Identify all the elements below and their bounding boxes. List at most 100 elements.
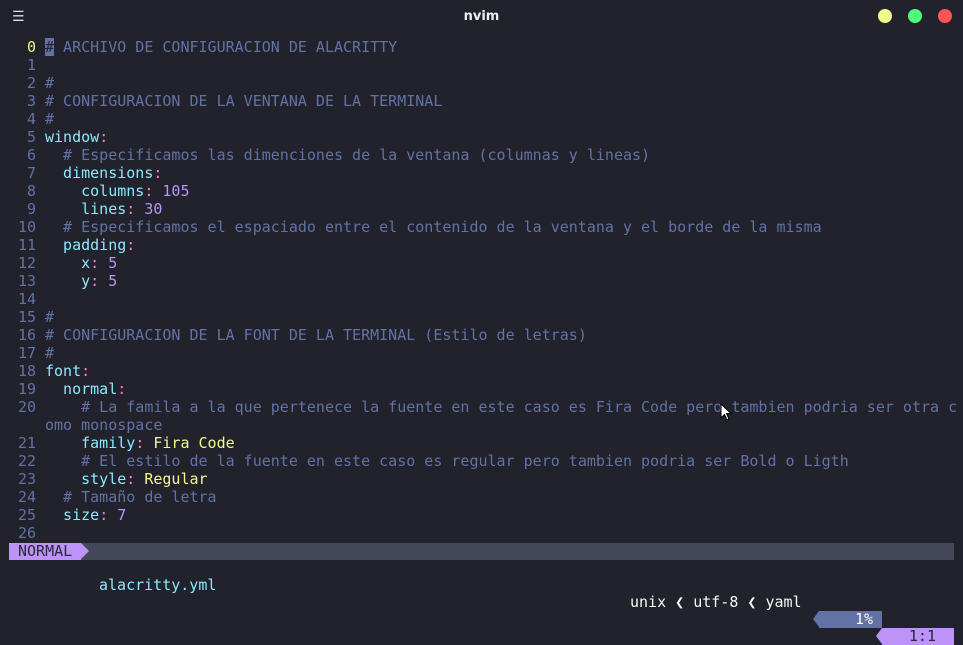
- line-text: omo monospace: [45, 416, 162, 434]
- token: window: [45, 128, 100, 146]
- line-number: 15: [17, 308, 36, 326]
- close-button[interactable]: [938, 9, 952, 23]
- token: :: [99, 506, 109, 524]
- line-text: # CONFIGURACION DE LA FONT DE LA TERMINA…: [45, 326, 587, 344]
- token: # Especificamos el espaciado entre el co…: [45, 218, 822, 236]
- token: :: [126, 470, 136, 488]
- token: # Tamaño de letra: [45, 488, 217, 506]
- token: #: [45, 110, 55, 128]
- separator-icon: ❮: [747, 593, 757, 611]
- line-number: 9: [26, 200, 36, 218]
- code-line: 9 lines: 30: [0, 200, 963, 218]
- token: # El estilo de la fuente en este caso es…: [45, 452, 849, 470]
- scroll-percent: 1%: [813, 611, 882, 628]
- file-encoding: utf-8: [693, 593, 739, 611]
- status-line: NORMAL alacritty.yml unix ❮ utf-8 ❮ yaml…: [9, 543, 954, 645]
- token: :: [90, 272, 100, 290]
- token: size: [45, 506, 100, 524]
- line-number: 1: [26, 56, 36, 74]
- line-text: lines: 30: [45, 200, 162, 218]
- code-line: 10 # Especificamos el espaciado entre el…: [0, 218, 963, 236]
- line-text: #: [45, 110, 54, 128]
- file-name: alacritty.yml: [99, 576, 217, 594]
- code-line: 22 # El estilo de la fuente en este caso…: [0, 452, 963, 470]
- file-type: yaml: [765, 593, 802, 611]
- maximize-button[interactable]: [908, 9, 922, 23]
- code-line: 5 window:: [0, 128, 963, 146]
- line-text: size: 7: [45, 506, 126, 524]
- code-line: 18 font:: [0, 362, 963, 380]
- line-text: style: Regular: [45, 470, 207, 488]
- code-line: 26: [0, 524, 963, 542]
- line-number: 2: [26, 74, 36, 92]
- token: 105: [153, 182, 190, 200]
- token: #: [45, 308, 55, 326]
- line-text: # CONFIGURACION DE LA VENTANA DE LA TERM…: [45, 92, 442, 110]
- token: ARCHIVO DE CONFIGURACION DE ALACRITTY: [54, 38, 398, 56]
- editor-buffer[interactable]: 0 # ARCHIVO DE CONFIGURACION DE ALACRITTY…: [0, 38, 963, 542]
- line-number: 3: [26, 92, 36, 110]
- line-number: 25: [17, 506, 36, 524]
- line-text: family: Fira Code: [45, 434, 235, 452]
- line-text: #: [45, 344, 54, 362]
- line-number: 21: [17, 434, 36, 452]
- token: Fira Code: [144, 434, 235, 452]
- code-line: 16 # CONFIGURACION DE LA FONT DE LA TERMI…: [0, 326, 963, 344]
- line-text: columns: 105: [45, 182, 190, 200]
- line-number: 8: [26, 182, 36, 200]
- token: :: [90, 254, 100, 272]
- line-number: 19: [17, 380, 36, 398]
- line-text: x: 5: [45, 254, 117, 272]
- token: dimensions: [45, 164, 154, 182]
- code-line: 4 #: [0, 110, 963, 128]
- separator-icon: ❮: [675, 593, 685, 611]
- token: 30: [135, 200, 163, 218]
- code-line: 13 y: 5: [0, 272, 963, 290]
- token: x: [45, 254, 91, 272]
- code-line: 6 # Especificamos las dimenciones de la …: [0, 146, 963, 164]
- token: 5: [99, 254, 118, 272]
- line-number: 7: [26, 164, 36, 182]
- line-text: # La famila a la que pertenece la fuente…: [45, 398, 957, 416]
- code-line: 24 # Tamaño de letra: [0, 488, 963, 506]
- token: #: [45, 74, 55, 92]
- code-line: 1: [0, 56, 963, 74]
- code-line: 17 #: [0, 344, 963, 362]
- token: family: [45, 434, 136, 452]
- code-line: 8 columns: 105: [0, 182, 963, 200]
- line-number: 6: [26, 146, 36, 164]
- line-text: # Tamaño de letra: [45, 488, 217, 506]
- token: :: [126, 200, 136, 218]
- code-line: 15 #: [0, 308, 963, 326]
- token: columns: [45, 182, 145, 200]
- line-text: window:: [45, 128, 108, 146]
- line-number: 12: [17, 254, 36, 272]
- line-number: 11: [17, 236, 36, 254]
- token: :: [153, 164, 163, 182]
- token: :: [126, 236, 136, 254]
- line-number: 0: [26, 38, 36, 56]
- minimize-button[interactable]: [878, 9, 892, 23]
- title-bar: ☰ nvim: [0, 0, 963, 33]
- token: # CONFIGURACION DE LA FONT DE LA TERMINA…: [45, 326, 587, 344]
- line-text: font:: [45, 362, 90, 380]
- code-line: 7 dimensions:: [0, 164, 963, 182]
- line-number: 23: [17, 470, 36, 488]
- cursor: #: [45, 38, 55, 56]
- line-text: y: 5: [45, 272, 117, 290]
- token: normal: [45, 380, 118, 398]
- token: omo monospace: [45, 416, 163, 434]
- mouse-pointer-icon: [720, 403, 732, 421]
- line-text: #: [45, 308, 54, 326]
- file-info: unix ❮ utf-8 ❮ yaml: [630, 594, 802, 611]
- code-line: 21 family: Fira Code: [0, 434, 963, 452]
- token: y: [45, 272, 91, 290]
- token: lines: [45, 200, 127, 218]
- token: padding: [45, 236, 127, 254]
- code-line: 0 # ARCHIVO DE CONFIGURACION DE ALACRITTY: [0, 38, 963, 56]
- code-line: 12 x: 5: [0, 254, 963, 272]
- token: #: [45, 344, 55, 362]
- token: style: [45, 470, 127, 488]
- line-number: 17: [17, 344, 36, 362]
- token: 7: [108, 506, 127, 524]
